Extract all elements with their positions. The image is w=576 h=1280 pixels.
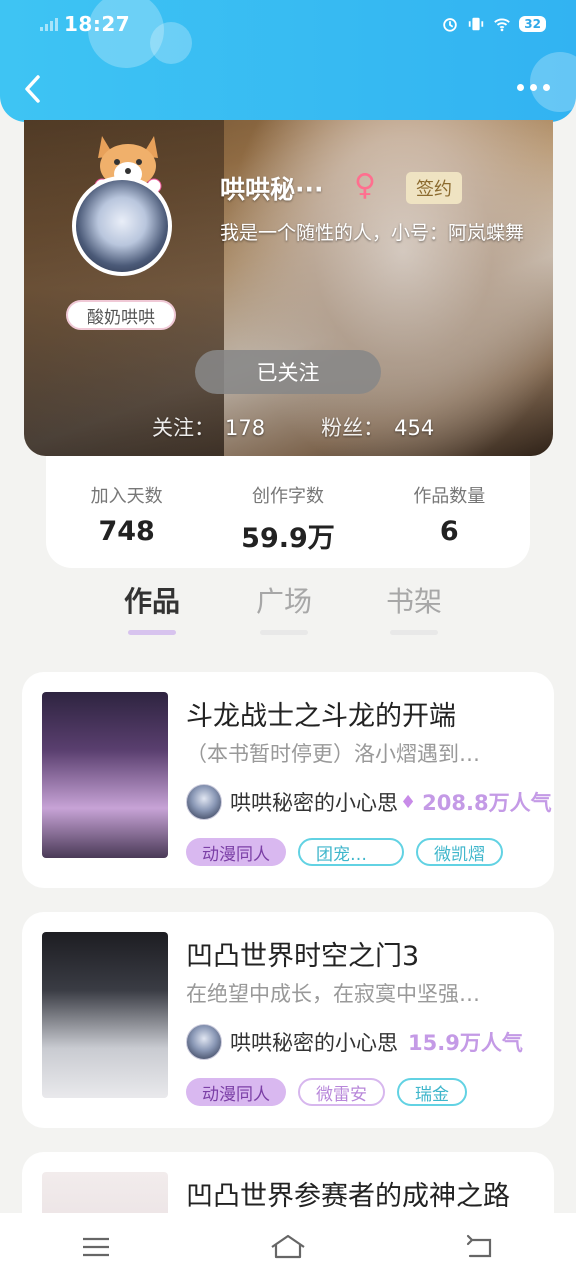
tab-indicator [390,630,438,635]
work-tags: 动漫同人 微雷安 瑞金 [186,1078,467,1106]
battery-indicator: 32 [519,16,546,32]
work-title: 斗龙战士之斗龙的开端 [186,701,456,732]
work-card[interactable]: 凹凸世界时空之门3 在绝望中成长，在寂寞中坚强… 哄哄秘密的小心思 15.9万人… [22,912,554,1128]
work-title: 凹凸世界参赛者的成神之路 [186,1181,510,1212]
vibrate-icon [469,17,484,31]
system-nav-bar [0,1213,576,1280]
back-nav-icon[interactable] [460,1231,500,1263]
stat-value: 748 [98,516,155,547]
stat-word-count: 创作字数 59.9万 [207,456,368,568]
tab-bar: 作品 广场 书架 [0,580,576,650]
tag[interactable]: 动漫同人 [186,838,286,866]
top-header: 18:27 32 [0,0,576,122]
following-label: 关注： [152,416,215,440]
signed-badge: 签约 [406,172,462,204]
profile-name: 哄哄秘··· [220,175,324,204]
avatar[interactable] [72,176,172,276]
profile-banner: 酸奶哄哄 哄哄秘··· ♀ 签约 我是一个随性的人，小号：阿岚蝶舞 已关注 关注… [24,120,553,456]
following-stat[interactable]: 关注： 178 [152,412,265,442]
signal-icon [40,17,58,31]
fans-stat[interactable]: 粉丝： 454 [321,412,434,442]
flame-icon: ♦ [400,791,417,813]
tag[interactable]: 团宠… [298,838,404,866]
tab-indicator [260,630,308,635]
author-name: 哄哄秘密的小心思 [230,791,398,815]
following-count: 178 [225,416,266,440]
fans-count: 454 [394,416,435,440]
popularity: 15.9万人气 [408,1031,523,1055]
stat-value: 6 [439,516,459,547]
stat-value: 59.9万 [241,523,335,554]
book-cover[interactable] [42,932,168,1098]
stat-label: 作品数量 [413,486,486,507]
stat-label: 创作字数 [251,486,324,507]
tab-bookshelf[interactable]: 书架 [386,580,442,635]
tag[interactable]: 微凯熠 [416,838,503,866]
female-gender-icon: ♀ [354,168,376,203]
work-author: 哄哄秘密的小心思 15.9万人气 [186,1024,523,1060]
author-avatar [186,1024,222,1060]
tag[interactable]: 动漫同人 [186,1078,286,1106]
decor-bubble [530,52,576,112]
author-name: 哄哄秘密的小心思 [230,1031,398,1055]
more-dots-icon[interactable] [517,84,550,91]
tab-indicator [128,630,176,635]
tab-square[interactable]: 广场 [256,580,312,635]
follow-counts: 关注： 178 粉丝： 454 [152,412,434,442]
follow-button[interactable]: 已关注 [195,350,381,394]
stat-label: 加入天数 [90,486,163,507]
tab-works[interactable]: 作品 [124,580,180,635]
tab-label: 作品 [124,585,181,618]
work-author: 哄哄秘密的小心思 ♦ 208.8万人气 [186,784,552,820]
tag[interactable]: 瑞金 [397,1078,467,1106]
profile-bio: 我是一个随性的人，小号：阿岚蝶舞 [220,222,525,244]
stat-join-days: 加入天数 748 [46,456,207,568]
fans-label: 粉丝： [321,416,385,440]
status-time: 18:27 [64,12,131,36]
author-avatar [186,784,222,820]
book-cover[interactable] [42,692,168,858]
work-card[interactable]: 斗龙战士之斗龙的开端 （本书暂时停更）洛小熠遇到… 哄哄秘密的小心思 ♦ 208… [22,672,554,888]
stat-work-count: 作品数量 6 [369,456,530,568]
tab-label: 广场 [256,585,313,618]
home-icon[interactable] [268,1231,308,1263]
alarm-icon [443,18,458,32]
status-bar: 18:27 32 [40,10,546,38]
tag[interactable]: 微雷安 [298,1078,385,1106]
menu-icon[interactable] [76,1231,116,1263]
back-arrow-icon[interactable] [20,72,46,106]
work-desc: （本书暂时停更）洛小熠遇到… [186,742,480,766]
tab-label: 书架 [386,585,443,618]
work-tags: 动漫同人 团宠… 微凯熠 [186,838,503,866]
avatar-tag: 酸奶哄哄 [66,300,176,330]
wifi-icon [494,18,511,32]
work-title: 凹凸世界时空之门3 [186,941,420,972]
work-desc: 在绝望中成长，在寂寞中坚强… [186,982,480,1006]
stats-card: 加入天数 748 创作字数 59.9万 作品数量 6 [46,456,530,568]
popularity: 208.8万人气 [422,791,552,815]
